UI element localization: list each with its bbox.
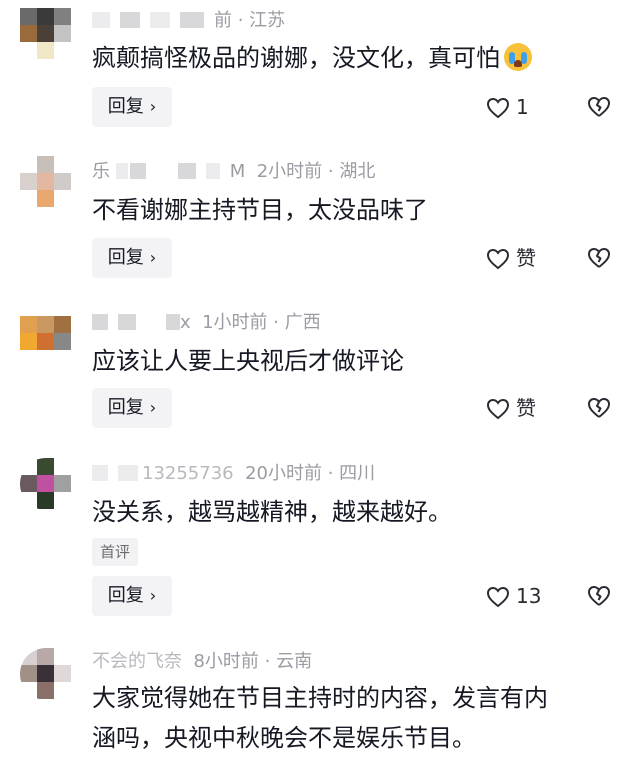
like-button[interactable]: 1 xyxy=(486,87,529,127)
comment-time-location: 1小时前 · 广西 xyxy=(202,312,321,333)
comment-text: 没关系，越骂越精神，越来越好。 xyxy=(92,498,452,526)
comment-time-location: 2小时前 · 湖北 xyxy=(256,161,376,182)
reply-button[interactable]: 回复 › xyxy=(92,388,172,428)
reply-button[interactable]: 回复 › xyxy=(92,576,172,616)
like-count: 1 xyxy=(516,95,529,119)
avatar[interactable] xyxy=(20,648,72,700)
like-label: 赞 xyxy=(516,396,536,420)
comment-meta: 前 · 江苏 xyxy=(92,8,285,34)
reply-button[interactable]: 回复 › xyxy=(92,238,172,278)
username-redacted[interactable] xyxy=(92,314,108,330)
comment-text: 大家觉得她在节目主持时的内容，发言有内 涵吗，央视中秋晚会不是娱乐节目。 xyxy=(92,684,548,752)
comment-meta: 13255736 20小时前 · 四川 xyxy=(92,461,375,487)
comment-text: 应该让人要上央视后才做评论 xyxy=(92,347,404,375)
dislike-button[interactable] xyxy=(586,576,612,616)
dislike-button[interactable] xyxy=(586,388,612,428)
broken-heart-icon xyxy=(588,97,610,117)
first-comment-badge: 首评 xyxy=(92,538,139,566)
username[interactable]: 乐 M xyxy=(92,161,245,182)
dislike-button[interactable] xyxy=(586,238,612,278)
chevron-right-icon: › xyxy=(149,248,157,267)
heart-outline-icon xyxy=(486,97,510,119)
avatar[interactable] xyxy=(20,458,72,510)
avatar[interactable] xyxy=(20,156,72,208)
username-redacted[interactable] xyxy=(92,12,110,28)
chevron-right-icon: › xyxy=(149,97,157,116)
broken-heart-icon xyxy=(588,586,610,606)
reply-button[interactable]: 回复 › xyxy=(92,87,172,127)
avatar[interactable] xyxy=(20,316,72,352)
like-button[interactable]: 13 xyxy=(486,576,541,616)
loudly-crying-face-icon xyxy=(504,43,532,71)
comment-time-location: 8小时前 · 云南 xyxy=(193,651,313,672)
username[interactable]: 不会的飞奈 xyxy=(92,651,182,672)
dislike-button[interactable] xyxy=(586,87,612,127)
comment-time-location: 前 · 江苏 xyxy=(214,10,286,31)
broken-heart-icon xyxy=(588,248,610,268)
avatar[interactable] xyxy=(20,8,72,60)
like-button[interactable]: 赞 xyxy=(486,238,536,278)
chevron-right-icon: › xyxy=(149,398,157,417)
comment-text: 疯颠搞怪极品的谢娜，没文化，真可怕 xyxy=(92,38,622,78)
comment-meta: 乐 M 2小时前 · 湖北 xyxy=(92,159,375,185)
comment-meta: x 1小时前 · 广西 xyxy=(92,310,321,336)
comment-text: 不看谢娜主持节目，太没品味了 xyxy=(92,196,428,224)
chevron-right-icon: › xyxy=(149,586,157,605)
broken-heart-icon xyxy=(588,398,610,418)
username-redacted[interactable] xyxy=(92,465,108,481)
heart-outline-icon xyxy=(486,398,510,420)
like-button[interactable]: 赞 xyxy=(486,388,536,428)
comment-time-location: 20小时前 · 四川 xyxy=(245,463,376,484)
heart-outline-icon xyxy=(486,586,510,608)
like-label: 赞 xyxy=(516,246,536,270)
heart-outline-icon xyxy=(486,248,510,270)
comment-meta: 不会的飞奈 8小时前 · 云南 xyxy=(92,649,312,675)
like-count: 13 xyxy=(516,584,542,608)
